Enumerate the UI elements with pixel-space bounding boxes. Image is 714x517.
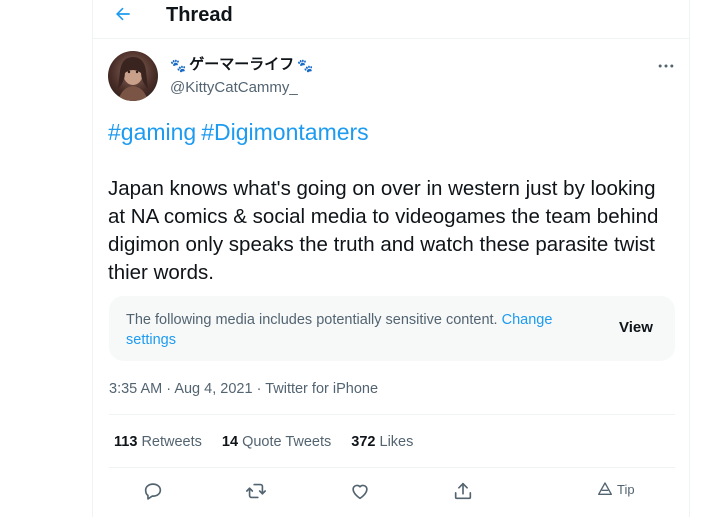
share-button[interactable]: [448, 476, 478, 506]
hashtag-link[interactable]: #gaming: [108, 119, 196, 145]
more-dots-icon: [658, 64, 674, 68]
tweet-stats: 113 Retweets 14 Quote Tweets 372 Likes: [114, 432, 413, 452]
paw-prints-icon: 🐾: [297, 57, 314, 73]
tip-button[interactable]: Tip: [597, 481, 635, 497]
divider: [109, 467, 675, 468]
sensitive-media-notice: The following media includes potentially…: [109, 296, 675, 361]
meta-separator: ·: [256, 381, 262, 397]
tweet-time[interactable]: 3:35 AM: [109, 381, 162, 397]
avatar[interactable]: [108, 51, 158, 101]
tip-jar-icon: [598, 482, 612, 495]
tip-label: Tip: [617, 481, 635, 497]
tweet-source[interactable]: Twitter for iPhone: [265, 381, 378, 397]
likes-label: Likes: [379, 434, 414, 450]
tweet-text: Japan knows what's going on over in west…: [108, 177, 659, 284]
share-icon: [454, 482, 472, 500]
page-title: Thread: [166, 4, 233, 26]
divider: [109, 414, 675, 415]
back-button[interactable]: [111, 2, 135, 26]
retweets-stat[interactable]: 113 Retweets: [114, 432, 202, 452]
tweet-actions: Tip: [109, 476, 675, 506]
avatar-image: [118, 57, 148, 101]
likes-count: 372: [351, 434, 376, 450]
heart-icon: [352, 484, 368, 500]
tweet-hashtags: #gaming #Digimontamers: [108, 118, 374, 146]
reply-button[interactable]: [138, 476, 168, 506]
likes-stat[interactable]: 372 Likes: [351, 432, 413, 452]
author-handle[interactable]: @KittyCatCammy_: [170, 78, 298, 98]
retweets-count: 113: [114, 434, 138, 450]
tweet-meta: 3:35 AM · Aug 4, 2021 · Twitter for iPho…: [109, 379, 378, 399]
retweets-label: Retweets: [141, 434, 202, 450]
view-media-button[interactable]: View: [619, 319, 653, 336]
hashtag-link[interactable]: #Digimontamers: [201, 119, 368, 145]
paw-prints-icon: 🐾: [170, 57, 187, 73]
timeline-column: Thread 🐾 ゲーマーライフ 🐾 @KittyCatCammy_ #gami…: [92, 0, 690, 517]
retweet-icon: [246, 483, 266, 499]
more-options-button[interactable]: [654, 54, 678, 78]
retweet-button[interactable]: [241, 476, 271, 506]
meta-separator: ·: [166, 381, 172, 397]
author-display-name[interactable]: 🐾 ゲーマーライフ 🐾: [170, 55, 313, 75]
quotes-label: Quote Tweets: [242, 434, 332, 450]
quotes-count: 14: [221, 434, 239, 450]
like-button[interactable]: [345, 476, 375, 506]
back-arrow-icon: [116, 7, 130, 21]
author-name-text: ゲーマーライフ: [189, 56, 295, 73]
thread-header: Thread: [93, 0, 689, 39]
sensitive-notice-text: The following media includes potentially…: [126, 310, 576, 350]
quote-tweets-stat[interactable]: 14 Quote Tweets: [222, 432, 331, 452]
reply-icon: [144, 483, 162, 500]
notice-message: The following media includes potentially…: [126, 312, 498, 328]
tweet-date[interactable]: Aug 4, 2021: [174, 381, 252, 397]
